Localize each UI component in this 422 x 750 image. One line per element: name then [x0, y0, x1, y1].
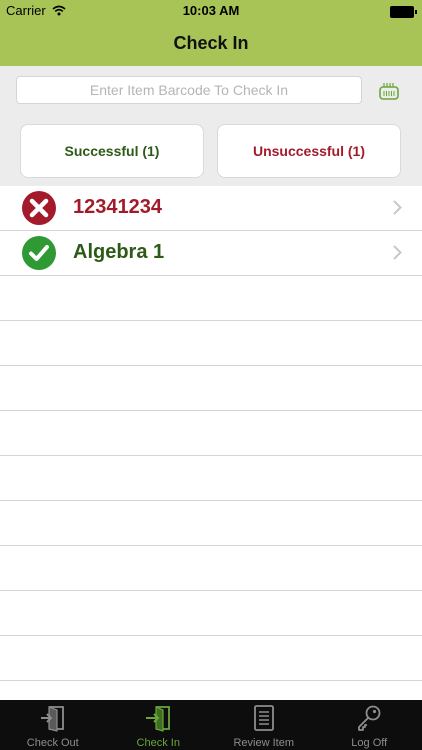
empty-row: [0, 321, 422, 366]
empty-row: [0, 546, 422, 591]
tab-check-out[interactable]: Check Out: [0, 700, 106, 750]
barcode-search-input[interactable]: [16, 76, 362, 104]
empty-row: [0, 636, 422, 681]
empty-row: [0, 366, 422, 411]
tab-log-off[interactable]: Log Off: [317, 700, 422, 750]
tab-label: Log Off: [351, 737, 388, 749]
unsuccessful-filter-button[interactable]: Unsuccessful (1): [217, 124, 401, 178]
chevron-right-icon: [393, 200, 402, 215]
tab-label: Check Out: [26, 737, 79, 749]
empty-row: [0, 456, 422, 501]
check-in-icon: [146, 706, 171, 732]
item-label: Algebra 1: [73, 241, 165, 263]
status-time: 10:03 AM: [182, 3, 240, 18]
list-item[interactable]: 12341234: [0, 186, 422, 231]
empty-row: [0, 591, 422, 636]
error-icon: [22, 191, 56, 225]
barcode-scanner-icon: [379, 83, 399, 100]
tab-label: Review Item: [233, 737, 295, 749]
search-area: Successful (1) Unsuccessful (1): [0, 66, 422, 186]
check-out-icon: [40, 706, 64, 732]
empty-row: [0, 501, 422, 546]
review-item-icon: [253, 705, 274, 731]
key-icon: [358, 705, 381, 731]
success-icon: [22, 236, 56, 270]
nav-header: Carrier 10:03 AM Check In: [0, 0, 422, 66]
item-label: 12341234: [73, 196, 162, 218]
list-item[interactable]: Algebra 1: [0, 231, 422, 276]
tab-bar: Check Out Check In Review Item Log Off: [0, 700, 422, 750]
empty-row: [0, 276, 422, 321]
tab-check-in[interactable]: Check In: [106, 700, 212, 750]
page-title: Check In: [173, 33, 249, 53]
battery-icon: [390, 6, 417, 18]
checkin-list: 12341234 Algebra 1: [0, 186, 422, 700]
barcode-scan-button[interactable]: [374, 78, 404, 104]
tab-label: Check In: [136, 737, 180, 749]
status-bar: Carrier 10:03 AM: [0, 0, 422, 22]
empty-row: [0, 411, 422, 456]
chevron-right-icon: [393, 245, 402, 260]
tab-review-item[interactable]: Review Item: [211, 700, 317, 750]
successful-filter-button[interactable]: Successful (1): [20, 124, 204, 178]
